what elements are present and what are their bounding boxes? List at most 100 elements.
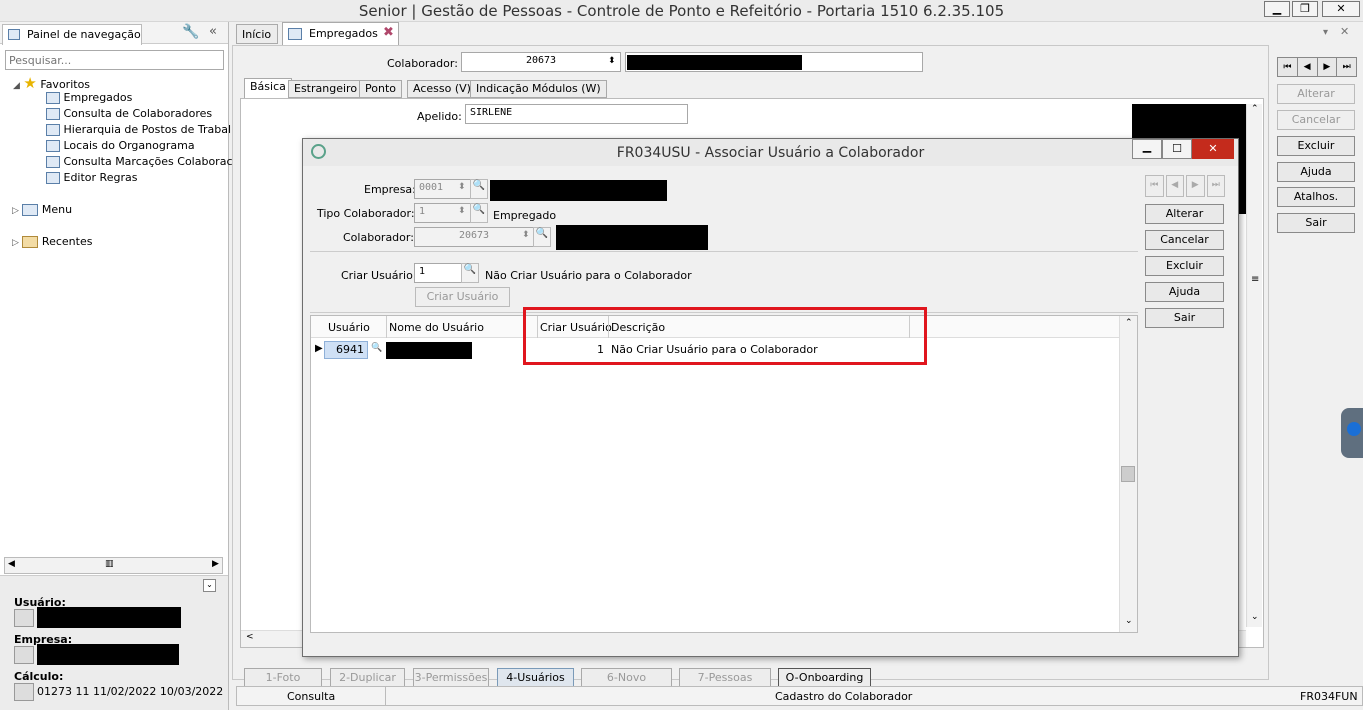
tab-empregados[interactable]: Empregados ✖ <box>282 22 399 45</box>
fav-item[interactable]: Consulta de Colaboradores <box>46 107 212 120</box>
apelido-field[interactable]: SIRLENE <box>465 104 688 124</box>
subtab-acesso[interactable]: Acesso (V) <box>407 80 477 98</box>
dialog-minimize-button[interactable]: ▁ <box>1132 139 1162 159</box>
col-usuario[interactable]: Usuário <box>328 321 370 334</box>
dialog-excluir-button[interactable]: Excluir <box>1145 256 1224 276</box>
expand-icon[interactable]: ⌄ <box>203 579 216 592</box>
teamviewer-tab[interactable] <box>1341 408 1363 458</box>
main-vscrollbar[interactable]: ⌃ ≡ ⌄ <box>1246 104 1262 627</box>
criar-field[interactable]: 1 <box>414 263 462 283</box>
fav-item-label: Empregados <box>63 91 133 104</box>
last-record-icon[interactable]: ⏭ <box>1337 58 1356 76</box>
tab-label: Empregados <box>309 27 378 40</box>
colab-field[interactable]: 20673 <box>414 227 534 247</box>
tipo-field[interactable]: 1 <box>414 203 476 223</box>
prev-record-icon[interactable]: ◀ <box>1298 58 1318 76</box>
search-icon[interactable]: 🔍 <box>461 263 479 283</box>
dialog-maximize-button[interactable]: ☐ <box>1162 139 1192 159</box>
panel-icon <box>8 29 20 40</box>
users-grid: Usuário Nome do Usuário Criar Usuário De… <box>310 307 1138 633</box>
permissoes-button[interactable]: 3-Permissões <box>413 668 489 687</box>
close-tab-icon[interactable]: ✖ <box>383 25 394 40</box>
calc-switch-icon[interactable] <box>14 683 34 701</box>
dropdown-icon[interactable]: ⬍ <box>522 230 530 240</box>
next-record-icon[interactable]: ▶ <box>1186 175 1205 197</box>
subtab-ponto[interactable]: Ponto <box>359 80 402 98</box>
empresa-field[interactable]: 0001 <box>414 179 476 199</box>
subtab-indicacao[interactable]: Indicação Módulos (W) <box>470 80 607 98</box>
dialog-cancelar-button[interactable]: Cancelar <box>1145 230 1224 250</box>
wrench-icon[interactable]: 🔧 <box>182 24 199 40</box>
dialog-sair-button[interactable]: Sair <box>1145 308 1224 328</box>
restore-button[interactable]: ❐ <box>1292 1 1318 17</box>
dialog-titlebar: FR034USU - Associar Usuário a Colaborado… <box>303 139 1238 166</box>
form-icon <box>46 108 60 120</box>
sair-button[interactable]: Sair <box>1277 213 1355 233</box>
colaborador-field[interactable]: 20673 <box>461 52 621 72</box>
form-icon <box>46 140 60 152</box>
status-bar: Consulta Cadastro do Colaborador FR034FU… <box>236 686 1363 706</box>
close-button[interactable]: ✕ <box>1322 1 1360 17</box>
search-input[interactable] <box>5 50 224 70</box>
nav-tab[interactable]: Painel de navegação <box>2 24 142 45</box>
search-icon[interactable]: 🔍 <box>470 179 488 199</box>
subtab-estrangeiro[interactable]: Estrangeiro <box>288 80 364 98</box>
tree-favoritos[interactable]: ◢ ★ Favoritos <box>13 74 90 92</box>
dropdown-icon[interactable]: ⬍ <box>608 56 616 66</box>
duplicar-button[interactable]: 2-Duplicar <box>330 668 405 687</box>
close-icon[interactable]: ✕ <box>1340 25 1349 38</box>
novo-cadastro-button[interactable]: 6-Novo Cadastro <box>581 668 672 701</box>
last-record-icon[interactable]: ⏭ <box>1206 175 1225 197</box>
dialog-alterar-button[interactable]: Alterar <box>1145 204 1224 224</box>
first-record-icon[interactable]: ⏮ <box>1145 175 1164 197</box>
prev-record-icon[interactable]: ◀ <box>1165 175 1184 197</box>
fav-item[interactable]: Editor Regras <box>46 171 137 184</box>
minimize-button[interactable]: ▁ <box>1264 1 1290 17</box>
grid-vscrollbar[interactable]: ⌃ ⌄ <box>1119 316 1137 632</box>
collapse-icon[interactable]: « <box>209 24 217 39</box>
status-center: Cadastro do Colaborador <box>775 690 913 703</box>
fav-item-label: Hierarquia de Postos de Trabal <box>63 123 232 136</box>
alterar-button[interactable]: Alterar <box>1277 84 1355 104</box>
first-record-icon[interactable]: ⏮ <box>1278 58 1298 76</box>
fav-item-label: Consulta de Colaboradores <box>63 107 213 120</box>
foto-button[interactable]: 1-Foto <box>244 668 322 687</box>
user-switch-icon[interactable] <box>14 609 34 627</box>
ajuda-button[interactable]: Ajuda <box>1277 162 1355 182</box>
form-icon <box>46 124 60 136</box>
col-nome[interactable]: Nome do Usuário <box>389 321 484 334</box>
search-icon[interactable]: 🔍 <box>533 227 551 247</box>
next-record-icon[interactable]: ▶ <box>1318 58 1338 76</box>
nav-hscrollbar[interactable]: ◀ ▥ ▶ <box>4 557 223 574</box>
company-switch-icon[interactable] <box>14 646 34 664</box>
search-icon[interactable]: 🔍 <box>470 203 488 223</box>
fav-item[interactable]: Consulta Marcações Colaborac <box>46 155 233 168</box>
info-panel: ⌄ Usuário: Empresa: Cálculo: 01273 11 11… <box>0 575 228 710</box>
dialog-ajuda-button[interactable]: Ajuda <box>1145 282 1224 302</box>
dropdown-icon[interactable]: ⬍ <box>458 182 466 192</box>
fav-item[interactable]: Empregados <box>46 91 132 104</box>
tree-recentes[interactable]: ▷ Recentes <box>12 235 92 248</box>
dropdown-icon[interactable]: ⬍ <box>458 206 466 216</box>
pessoas-button[interactable]: 7-Pessoas <box>679 668 771 687</box>
dropdown-icon[interactable]: ▾ <box>1323 27 1328 38</box>
search-icon[interactable]: 🔍 <box>371 343 382 353</box>
dialog-close-button[interactable]: ✕ <box>1192 139 1234 159</box>
dialog-window: FR034USU - Associar Usuário a Colaborado… <box>302 138 1239 657</box>
usuarios-button[interactable]: 4-Usuários <box>497 668 574 687</box>
criar-usuario-button[interactable]: Criar Usuário <box>415 287 510 307</box>
cell-usuario[interactable]: 6941 <box>324 341 368 359</box>
tree-menu[interactable]: ▷ Menu <box>12 203 72 216</box>
cancelar-button[interactable]: Cancelar <box>1277 110 1355 130</box>
subtab-basica[interactable]: Básica <box>244 78 292 98</box>
criar-desc: Não Criar Usuário para o Colaborador <box>485 269 692 282</box>
form-icon <box>46 92 60 104</box>
scroll-thumb[interactable] <box>1121 466 1135 482</box>
row-pointer-icon: ▶ <box>315 343 323 354</box>
fav-item[interactable]: Hierarquia de Postos de Trabal <box>46 123 231 136</box>
atalhos-button[interactable]: Atalhos. <box>1277 187 1355 207</box>
tab-inicio[interactable]: Início <box>236 24 278 44</box>
excluir-button[interactable]: Excluir <box>1277 136 1355 156</box>
onboarding-button[interactable]: O-Onboarding <box>778 668 871 687</box>
fav-item[interactable]: Locais do Organograma <box>46 139 195 152</box>
